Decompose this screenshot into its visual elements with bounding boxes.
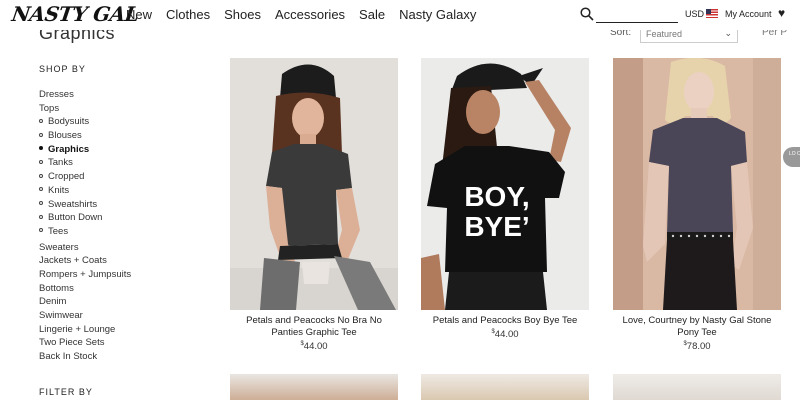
model-illustration — [613, 58, 781, 310]
sidebar-item-denim[interactable]: Denim — [39, 295, 199, 309]
sidebar-item-swimwear[interactable]: Swimwear — [39, 309, 199, 323]
search-input[interactable] — [596, 7, 678, 23]
heart-icon[interactable]: ♥ — [778, 6, 785, 20]
radio-bullet-icon — [39, 200, 43, 205]
side-tab[interactable]: LO OH — [783, 147, 800, 167]
sidebar-item-blouses[interactable]: Blouses — [39, 129, 199, 143]
sidebar-item-bodysuits[interactable]: Bodysuits — [39, 115, 199, 129]
product-name[interactable]: Petals and Peacocks No Bra No Panties Gr… — [230, 315, 398, 339]
product-image[interactable] — [230, 374, 398, 400]
sidebar-item-lingerie-lounge[interactable]: Lingerie + Lounge — [39, 323, 199, 337]
product-card[interactable]: Love, Courtney by Nasty Gal Stone Pony T… — [613, 58, 781, 352]
product-image[interactable] — [230, 58, 398, 310]
us-flag-icon[interactable] — [706, 9, 718, 18]
site-header: NASTY GAL New Clothes Shoes Accessories … — [0, 0, 800, 30]
sidebar-item-cropped[interactable]: Cropped — [39, 170, 199, 184]
sidebar-item-label: Cropped — [48, 171, 85, 183]
product-name[interactable]: Petals and Peacocks Boy Bye Tee — [421, 315, 589, 327]
sidebar-item-label: Back In Stock — [39, 351, 98, 363]
tee-print-line1: BOY, — [464, 181, 529, 212]
sidebar-item-tanks[interactable]: Tanks — [39, 156, 199, 170]
sidebar-item-label: Jackets + Coats — [39, 255, 107, 267]
sidebar-item-jackets-coats[interactable]: Jackets + Coats — [39, 254, 199, 268]
sidebar-item-sweaters[interactable]: Sweaters — [39, 241, 199, 255]
model-illustration: BOY, BYE’ — [421, 58, 589, 310]
sidebar-item-label: Bottoms — [39, 282, 74, 294]
category-list: Dresses Tops Bodysuits Blouses Graphics … — [39, 88, 199, 364]
nav-item-shoes[interactable]: Shoes — [224, 7, 261, 22]
sidebar-item-label: Bodysuits — [48, 116, 90, 128]
radio-bullet-icon — [39, 118, 43, 123]
sidebar-item-label: Tees — [48, 225, 69, 237]
sidebar-item-label: Blouses — [48, 130, 82, 142]
sidebar-item-label: Knits — [48, 184, 70, 196]
tee-print-line2: BYE’ — [464, 211, 529, 242]
nav-item-nasty-galaxy[interactable]: Nasty Galaxy — [399, 7, 476, 22]
model-illustration — [230, 58, 398, 310]
sidebar-item-dresses[interactable]: Dresses — [39, 88, 199, 102]
sidebar-item-label: Sweaters — [39, 241, 79, 253]
sidebar-item-tops[interactable]: Tops — [39, 102, 199, 116]
radio-bullet-icon — [39, 173, 43, 178]
sidebar-item-label: Tops — [39, 102, 60, 114]
sidebar-item-label: Graphics — [48, 143, 90, 155]
product-price: $44.00 — [300, 341, 328, 353]
sidebar-item-graphics[interactable]: Graphics — [39, 143, 199, 157]
sidebar-item-back-in-stock[interactable]: Back In Stock — [39, 350, 199, 364]
sidebar-item-label: Dresses — [39, 89, 74, 100]
radio-bullet-icon — [39, 228, 43, 233]
radio-bullet-icon — [39, 187, 43, 192]
sidebar-item-label: Swimwear — [39, 310, 83, 321]
main-nav: New Clothes Shoes Accessories Sale Nasty… — [126, 7, 476, 22]
product-image[interactable] — [421, 374, 589, 400]
sidebar-item-label: Rompers + Jumpsuits — [39, 268, 132, 280]
sidebar-item-label: Denim — [39, 296, 67, 308]
nav-item-new[interactable]: New — [126, 7, 152, 22]
nav-item-clothes[interactable]: Clothes — [166, 7, 210, 22]
sidebar-item-two-piece-sets[interactable]: Two Piece Sets — [39, 336, 199, 350]
sidebar-item-label: Button Down — [48, 212, 103, 224]
product-image[interactable]: BOY, BYE’ — [421, 58, 589, 310]
my-account-link[interactable]: My Account — [725, 9, 772, 19]
product-image[interactable] — [613, 58, 781, 310]
currency-selector[interactable]: USD — [685, 9, 704, 19]
search-icon[interactable] — [580, 7, 594, 21]
site-logo[interactable]: NASTY GAL — [10, 2, 140, 26]
sidebar-item-label: Lingerie + Lounge — [39, 323, 116, 335]
product-card[interactable]: Petals and Peacocks No Bra No Panties Gr… — [230, 58, 398, 352]
product-price: $78.00 — [683, 341, 711, 353]
radio-bullet-icon — [39, 159, 43, 164]
sidebar-item-knits[interactable]: Knits — [39, 184, 199, 198]
radio-bullet-selected-icon — [39, 146, 43, 151]
product-price: $44.00 — [491, 329, 519, 341]
sidebar-item-rompers-jumpsuits[interactable]: Rompers + Jumpsuits — [39, 268, 199, 282]
sidebar-item-button-down[interactable]: Button Down — [39, 211, 199, 225]
nav-item-sale[interactable]: Sale — [359, 7, 385, 22]
shop-by-heading: SHOP BY — [39, 64, 86, 74]
sidebar-item-tees[interactable]: Tees — [39, 225, 199, 239]
product-card[interactable]: BOY, BYE’ Petals and Peacocks Boy Bye Te… — [421, 58, 589, 340]
product-name[interactable]: Love, Courtney by Nasty Gal Stone Pony T… — [613, 315, 781, 339]
sidebar-item-label: Tanks — [48, 157, 73, 169]
radio-bullet-icon — [39, 132, 43, 137]
filter-by-heading: FILTER BY — [39, 387, 93, 397]
product-image[interactable] — [613, 374, 781, 400]
sort-value: Featured — [646, 29, 683, 39]
sidebar-item-bottoms[interactable]: Bottoms — [39, 282, 199, 296]
nav-item-accessories[interactable]: Accessories — [275, 7, 345, 22]
sidebar-item-label: Sweatshirts — [48, 198, 98, 210]
radio-bullet-icon — [39, 214, 43, 219]
sidebar-item-label: Two Piece Sets — [39, 337, 105, 349]
sidebar-item-sweatshirts[interactable]: Sweatshirts — [39, 198, 199, 212]
